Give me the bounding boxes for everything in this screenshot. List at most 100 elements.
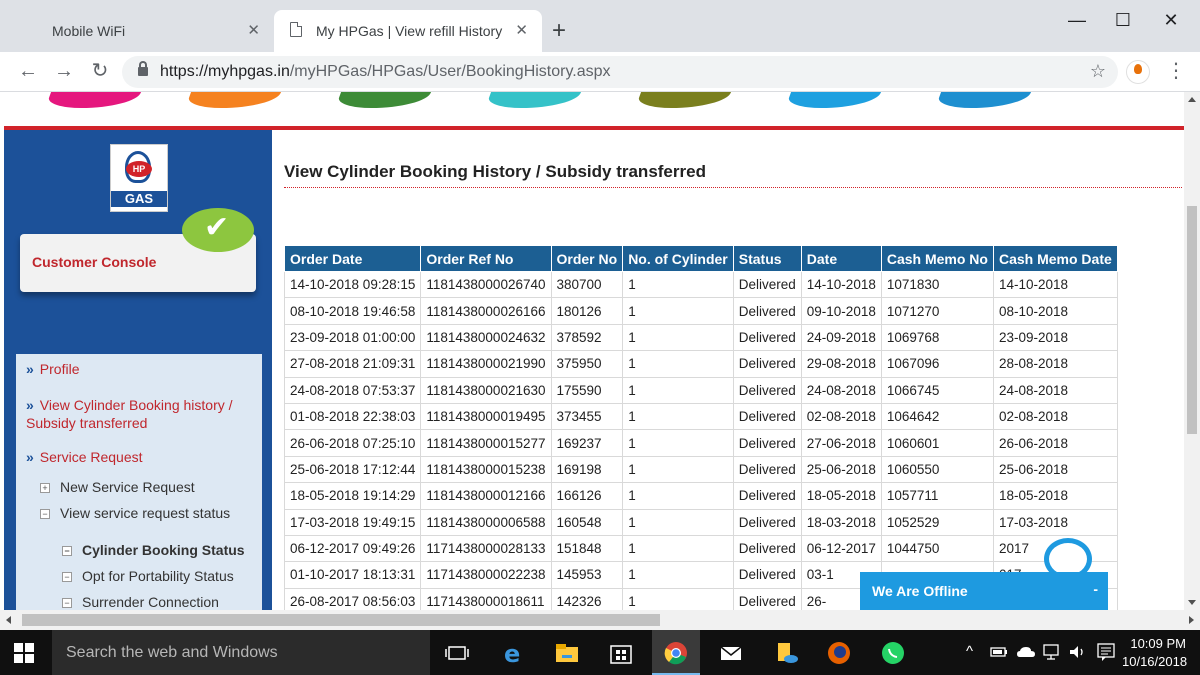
forward-button[interactable]: →	[52, 60, 76, 82]
browser-menu-icon[interactable]: ⋮	[1166, 60, 1186, 82]
table-cell: Delivered	[732, 534, 802, 563]
task-view-icon[interactable]	[444, 640, 470, 666]
store-icon[interactable]	[608, 640, 634, 666]
table-cell: 18-05-2018 19:14:29	[283, 482, 422, 510]
scroll-right-icon[interactable]	[1189, 616, 1194, 624]
table-cell: 145953	[550, 561, 624, 589]
firefox-icon[interactable]	[826, 640, 852, 666]
new-tab-button[interactable]: +	[552, 19, 566, 43]
banner-bubble	[935, 92, 1035, 108]
table-row: 27-08-2018 21:09:31 1181438000021990 37595…	[283, 350, 1118, 378]
table-cell: 06-12-2017	[800, 534, 882, 563]
whatsapp-icon[interactable]	[880, 640, 906, 666]
tab-mobile-wifi[interactable]: Mobile WiFi ✕	[0, 10, 274, 52]
expand-icon: +	[40, 483, 50, 493]
close-icon[interactable]: ✕	[247, 23, 260, 39]
scroll-thumb[interactable]	[22, 614, 660, 626]
table-cell: Delivered	[732, 376, 802, 404]
sidebar-item-profile[interactable]: » Profile	[26, 360, 79, 378]
tab-title: Mobile WiFi	[52, 23, 126, 39]
table-cell: 18-05-2018	[992, 482, 1118, 510]
table-cell: 27-06-2018	[800, 429, 882, 457]
table-cell: 17-03-2018	[992, 508, 1118, 536]
banner-bubble	[185, 92, 285, 108]
table-cell: 14-10-2018	[800, 270, 882, 299]
table-cell: 1	[622, 534, 734, 563]
table-cell: 1057711	[880, 482, 994, 510]
table-cell: 1044750	[880, 534, 994, 563]
reload-button[interactable]: ↻	[88, 60, 112, 82]
table-cell: 1069768	[880, 323, 994, 352]
file-explorer-icon[interactable]	[554, 640, 580, 666]
extension-icon[interactable]	[1126, 60, 1150, 84]
banner-bubble	[785, 92, 885, 108]
system-clock[interactable]: 10:09 PM 10/16/2018	[1122, 635, 1187, 671]
table-cell: 23-09-2018 01:00:00	[283, 323, 422, 352]
chat-widget[interactable]: We Are Offline -	[860, 572, 1108, 610]
table-row: 23-09-2018 01:00:00 1181438000024632 37859…	[283, 323, 1118, 352]
horizontal-scrollbar[interactable]	[0, 610, 1200, 630]
chrome-icon[interactable]	[663, 640, 689, 666]
table-cell: 14-10-2018	[992, 270, 1118, 299]
tab-title: My HPGas | View refill History / S	[316, 23, 506, 39]
vertical-scrollbar[interactable]	[1184, 92, 1200, 610]
file-sync-icon[interactable]	[774, 640, 800, 666]
scroll-left-icon[interactable]	[6, 616, 11, 624]
address-bar[interactable]: https://myhpgas.in/myHPGas/HPGas/User/Bo…	[122, 56, 1118, 88]
banner-bubble	[335, 92, 435, 108]
windows-start-icon[interactable]	[14, 643, 34, 663]
table-cell: 1	[622, 587, 734, 610]
table-cell: 1	[622, 350, 734, 378]
bookmark-star-icon[interactable]: ☆	[1090, 61, 1106, 82]
edge-icon[interactable]: e	[500, 640, 526, 668]
table-cell: 1181438000026166	[420, 297, 552, 325]
sidebar-item-view-service-status[interactable]: − View service request status	[40, 504, 230, 522]
table-cell: 1	[622, 402, 734, 431]
mail-icon[interactable]	[718, 640, 744, 666]
table-cell: 02-08-2018	[800, 402, 882, 431]
battery-icon[interactable]	[990, 643, 1008, 666]
chevron-up-icon[interactable]: ^	[966, 643, 973, 661]
sidebar-item-booking-history[interactable]: » View Cylinder Booking history / Subsidy…	[26, 396, 233, 432]
network-icon[interactable]	[1042, 643, 1062, 666]
tab-myhpgas[interactable]: My HPGas | View refill History / S ✕	[274, 10, 542, 52]
table-cell: 1181438000012166	[420, 482, 552, 510]
close-icon[interactable]: ✕	[515, 23, 528, 39]
banner-bubble	[45, 92, 145, 108]
cloud-icon[interactable]	[1016, 643, 1036, 666]
scroll-up-icon[interactable]	[1188, 97, 1196, 102]
table-cell: Delivered	[732, 323, 802, 352]
url-text[interactable]: https://myhpgas.in/myHPGas/HPGas/User/Bo…	[160, 63, 611, 81]
table-cell: 151848	[550, 534, 624, 563]
sidebar-item-service-request[interactable]: » Service Request	[26, 448, 143, 466]
sidebar-item-cylinder-booking-status[interactable]: − Cylinder Booking Status	[62, 541, 245, 559]
table-cell: Delivered	[732, 270, 802, 299]
taskbar-search-box[interactable]: Search the web and Windows	[52, 630, 430, 675]
table-body: 14-10-2018 09:28:15 1181438000026740 38070…	[283, 270, 1118, 610]
sidebar-item-portability-status[interactable]: − Opt for Portability Status	[62, 567, 234, 585]
table-cell: 1	[622, 482, 734, 510]
maximize-button[interactable]: ☐	[1100, 8, 1146, 32]
sidebar-item-surrender-connection[interactable]: − Surrender Connection	[62, 593, 219, 610]
volume-icon[interactable]	[1068, 643, 1088, 666]
chat-minimize-button[interactable]: -	[1093, 581, 1098, 597]
booking-history-table: Order Date Order Ref No Order No No. of …	[283, 245, 1118, 610]
banner-bubble	[485, 92, 585, 108]
hp-gas-logo[interactable]: HP GAS	[110, 144, 168, 212]
sidebar-item-new-service-request[interactable]: + New Service Request	[40, 478, 195, 496]
logo-gas-text: GAS	[111, 191, 167, 207]
scroll-thumb[interactable]	[1187, 206, 1197, 434]
page-viewport: HP GAS Customer Console ✔ » Profile » View…	[0, 92, 1184, 610]
minimize-button[interactable]: —	[1054, 8, 1100, 32]
table-row: 25-06-2018 17:12:44 1181438000015238 16919…	[283, 455, 1118, 484]
table-cell: 169237	[550, 429, 624, 457]
action-center-icon[interactable]	[1096, 642, 1116, 667]
window-close-button[interactable]: ✕	[1148, 8, 1194, 32]
back-button[interactable]: ←	[16, 60, 40, 82]
table-row: 14-10-2018 09:28:15 1181438000026740 38070…	[283, 270, 1118, 299]
table-row: 08-10-2018 19:46:58 1181438000026166 18012…	[283, 297, 1118, 325]
scroll-down-icon[interactable]	[1188, 600, 1196, 605]
title-divider	[284, 187, 1182, 188]
sidebar: HP GAS Customer Console ✔ » Profile » View…	[4, 130, 272, 610]
table-cell: 169198	[550, 455, 624, 484]
